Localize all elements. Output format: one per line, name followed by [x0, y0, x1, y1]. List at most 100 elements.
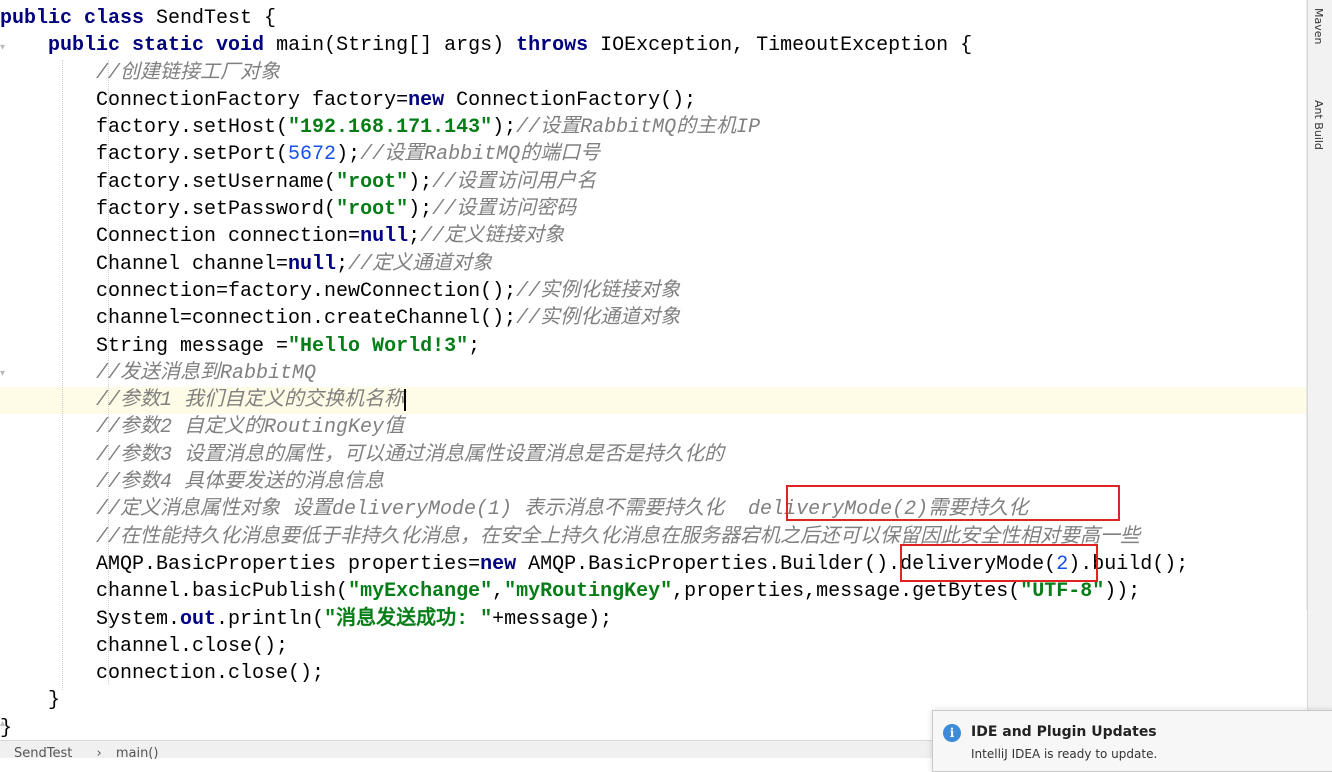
code-token: ); — [492, 116, 517, 140]
code-token: //定义链接对象 — [420, 225, 565, 249]
code-token: connection=factory.newConnection(); — [0, 279, 517, 303]
code-token: ; — [408, 225, 421, 249]
code-token: ,properties,message.getBytes( — [672, 580, 1021, 604]
breadcrumb-method[interactable]: main() — [116, 746, 159, 761]
code-token: ConnectionFactory factory= — [0, 88, 409, 112]
maven-tab[interactable]: Maven — [1312, 8, 1325, 44]
code-token: "myExchange" — [348, 580, 493, 604]
code-token: //参数3 设置消息的属性，可以通过消息属性设置消息是否是持久化的 — [96, 443, 725, 467]
code-token: factory.setPassword( — [0, 198, 337, 222]
code-token: ); — [408, 170, 433, 194]
code-token: +message); — [492, 607, 613, 631]
code-line[interactable]: factory.setPassword("root");//设置访问密码 — [0, 196, 1188, 223]
code-token: )); — [1104, 580, 1141, 604]
code-line[interactable]: public static void main(String[] args) t… — [0, 32, 1188, 59]
code-token: channel.basicPublish( — [0, 580, 349, 604]
code-token: String message = — [0, 334, 289, 358]
code-token: .println( — [216, 607, 325, 631]
code-token: factory.setHost( — [0, 116, 289, 140]
code-token: //设置RabbitMQ的主机IP — [516, 116, 761, 140]
code-line[interactable]: connection.close(); — [0, 660, 1188, 687]
code-token: , — [492, 580, 505, 604]
code-token: AMQP.BasicProperties properties= — [0, 552, 481, 576]
code-token: main(String[] args) — [276, 34, 517, 58]
code-line[interactable]: factory.setPort(5672);//设置RabbitMQ的端口号 — [0, 141, 1188, 168]
code-line[interactable]: String message ="Hello World!3"; — [0, 333, 1188, 360]
code-token: channel.close(); — [0, 634, 289, 658]
code-token: IOException, TimeoutException { — [600, 34, 973, 58]
code-line[interactable]: //发送消息到RabbitMQ — [0, 360, 1188, 387]
code-token: SendTest { — [156, 7, 277, 30]
code-token: //参数2 自定义的RoutingKey值 — [96, 416, 405, 440]
code-token: //实例化通道对象 — [516, 307, 681, 331]
code-token: //发送消息到RabbitMQ — [96, 361, 317, 385]
code-token: public class — [0, 7, 157, 30]
code-line[interactable]: Channel channel=null;//定义通道对象 — [0, 251, 1188, 278]
code-token: "myRoutingKey" — [504, 580, 673, 604]
annotation-box-comment — [786, 485, 1120, 521]
code-line[interactable]: channel.basicPublish("myExchange","myRou… — [0, 578, 1188, 605]
code-token: factory.setUsername( — [0, 170, 337, 194]
annotation-box-delivery-mode — [900, 544, 1098, 582]
code-token: "root" — [336, 170, 409, 194]
code-token: ); — [336, 143, 361, 167]
code-token: //定义通道对象 — [348, 252, 493, 276]
code-token: connection.close(); — [0, 662, 325, 686]
code-token: //设置RabbitMQ的端口号 — [360, 143, 601, 167]
code-token: } — [0, 716, 13, 740]
text-caret — [404, 388, 407, 411]
code-token: //创建链接工厂对象 — [96, 61, 281, 85]
code-token: //参数1 我们自定义的交换机名称 — [96, 389, 405, 413]
code-line[interactable]: Connection connection=null;//定义链接对象 — [0, 223, 1188, 250]
code-token: public static void — [48, 34, 277, 58]
right-tool-strip: Maven Ant Build — [1307, 0, 1332, 740]
code-line[interactable]: ConnectionFactory factory=new Connection… — [0, 87, 1188, 114]
code-token: factory.setPort( — [0, 143, 289, 167]
code-token: //实例化链接对象 — [516, 279, 681, 303]
code-token: throws — [516, 34, 601, 58]
code-line[interactable]: factory.setUsername("root");//设置访问用户名 — [0, 169, 1188, 196]
code-editor[interactable]: ▾ ▾ ▴ public class SendTest { public sta… — [0, 0, 1308, 740]
notification-title: IDE and Plugin Updates — [971, 724, 1157, 740]
notification-balloon[interactable]: i IDE and Plugin Updates IntelliJ IDEA i… — [932, 710, 1332, 772]
code-line[interactable]: channel.close(); — [0, 633, 1188, 660]
code-token: channel=connection.createChannel(); — [0, 307, 517, 331]
code-token: new — [408, 88, 457, 112]
code-token: //设置访问密码 — [432, 198, 577, 222]
notification-body: IntelliJ IDEA is ready to update. — [971, 747, 1158, 761]
code-token: //设置访问用户名 — [432, 170, 597, 194]
code-token: out — [180, 607, 217, 631]
code-line[interactable]: connection=factory.newConnection();//实例化… — [0, 278, 1188, 305]
code-token: 5672 — [288, 143, 337, 167]
code-token: null — [288, 252, 337, 276]
code-token: null — [360, 225, 409, 249]
code-line[interactable]: channel=connection.createChannel();//实例化… — [0, 305, 1188, 332]
code-token: ConnectionFactory(); — [456, 88, 697, 112]
code-token: //参数4 具体要发送的消息信息 — [96, 471, 385, 495]
code-lines[interactable]: public class SendTest { public static vo… — [0, 5, 1188, 740]
code-line[interactable]: factory.setHost("192.168.171.143");//设置R… — [0, 114, 1188, 141]
code-line[interactable]: //创建链接工厂对象 — [0, 60, 1188, 87]
code-token: "消息发送成功: " — [324, 607, 493, 631]
code-token: } — [0, 689, 61, 713]
code-token: ); — [408, 198, 433, 222]
code-token: ; — [468, 334, 481, 358]
code-token: "192.168.171.143" — [288, 116, 493, 140]
breadcrumb-class[interactable]: SendTest — [14, 746, 72, 761]
code-token: Channel channel= — [0, 252, 289, 276]
code-line[interactable]: //参数1 我们自定义的交换机名称 — [0, 387, 1188, 414]
code-line[interactable]: //参数2 自定义的RoutingKey值 — [0, 414, 1188, 441]
code-line[interactable]: System.out.println("消息发送成功: "+message); — [0, 606, 1188, 633]
code-token: ; — [336, 252, 349, 276]
code-line[interactable]: public class SendTest { — [0, 5, 1188, 32]
chevron-right-icon: › — [96, 746, 102, 761]
ant-build-tab[interactable]: Ant Build — [1312, 100, 1325, 150]
code-line[interactable]: //参数3 设置消息的属性，可以通过消息属性设置消息是否是持久化的 — [0, 442, 1188, 469]
